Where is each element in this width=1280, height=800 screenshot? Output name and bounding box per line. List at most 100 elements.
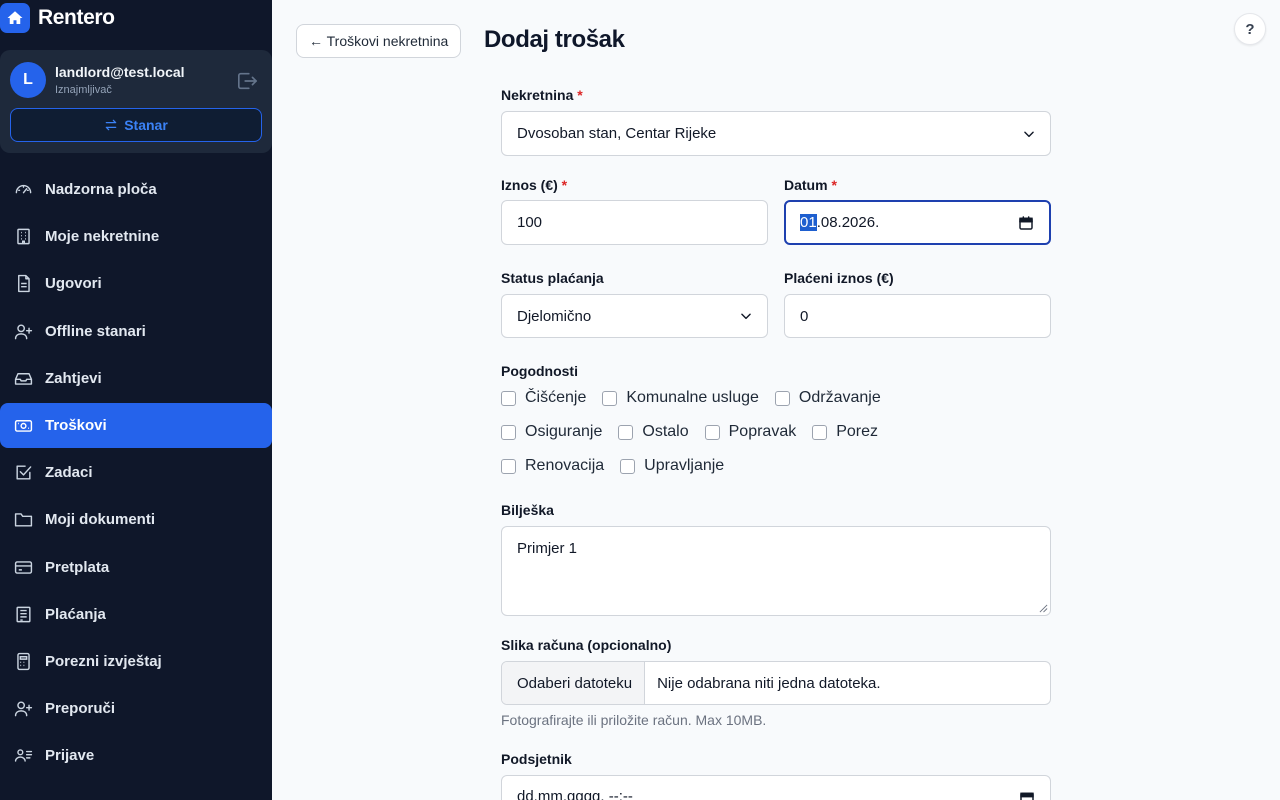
paid-amount-label: Plaćeni iznos (€) <box>784 270 894 286</box>
sidebar-item-label: Zadaci <box>45 464 93 482</box>
main-content: ← Troškovi nekretnina Dodaj trošak ? Nek… <box>272 0 1280 800</box>
date-input-day-selected[interactable]: 01 <box>800 214 817 231</box>
category-checkbox-utilities[interactable]: Komunalne usluge <box>602 389 759 407</box>
sidebar-item-tax-report[interactable]: Porezni izvještaj <box>0 639 272 684</box>
sidebar-nav: Nadzorna ploča Moje nekretnine Ugovori O… <box>0 167 272 780</box>
sidebar-item-applications[interactable]: Prijave <box>0 733 272 778</box>
category-checkbox-maintenance[interactable]: Održavanje <box>774 389 881 407</box>
sidebar-item-properties[interactable]: Moje nekretnine <box>0 214 272 259</box>
amount-input-value: 100 <box>517 214 543 231</box>
receipt-file-input[interactable]: Odaberi datoteku Nije odabrana niti jedn… <box>501 661 1051 705</box>
property-label: Nekretnina * <box>501 87 583 103</box>
sidebar-item-label: Zahtjevi <box>45 369 102 387</box>
user-plus-icon <box>14 699 33 718</box>
chevron-down-icon <box>741 313 751 320</box>
checkbox[interactable] <box>618 424 634 440</box>
choose-file-button[interactable]: Odaberi datoteku <box>502 662 646 704</box>
sidebar-item-label: Nadzorna ploča <box>45 181 157 198</box>
checkbox-icon <box>14 463 33 482</box>
sidebar-item-documents[interactable]: Moji dokumenti <box>0 497 272 542</box>
category-checkbox-management[interactable]: Upravljanje <box>620 457 724 475</box>
sidebar-item-label: Porezni izvještaj <box>45 652 162 670</box>
checkbox[interactable] <box>774 390 790 406</box>
required-mark: * <box>561 177 568 193</box>
sidebar-item-offline-tenants[interactable]: Offline stanari <box>0 309 272 354</box>
page-title: Dodaj trošak <box>484 26 625 53</box>
note-value: Primjer 1 <box>517 540 578 557</box>
note-textarea[interactable]: Primjer 1 <box>501 526 1051 616</box>
sidebar-item-label: Moje nekretnine <box>45 228 160 246</box>
paid-amount-value: 0 <box>800 307 809 325</box>
checkbox[interactable] <box>704 424 720 440</box>
user-plus-icon <box>14 322 33 341</box>
sidebar-item-payments[interactable]: Plaćanja <box>0 592 272 637</box>
category-checkbox-repair[interactable]: Popravak <box>704 423 796 441</box>
calendar-icon[interactable] <box>1019 790 1035 800</box>
reminder-placeholder: dd.mm.gggg. --:-- <box>517 788 633 800</box>
swap-icon <box>105 119 117 131</box>
date-input-value: .08.2026. <box>816 214 880 231</box>
payment-status-label: Status plaćanja <box>501 270 604 286</box>
reminder-input[interactable]: dd.mm.gggg. --:-- <box>501 775 1051 800</box>
sidebar-item-requests[interactable]: Zahtjevi <box>0 356 272 401</box>
avatar: L <box>10 62 46 98</box>
calendar-icon[interactable] <box>1018 215 1034 231</box>
help-button[interactable]: ? <box>1234 13 1266 45</box>
money-icon <box>14 416 33 435</box>
checkbox[interactable] <box>501 424 516 440</box>
user-card: L landlord@test.local Iznajmljivač Stana… <box>0 50 272 153</box>
brand[interactable]: Rentero <box>0 0 115 36</box>
folder-icon <box>14 510 33 529</box>
reminder-label: Podsjetnik <box>501 751 572 767</box>
file-status: Nije odabrana niti jedna datoteka. <box>657 674 881 692</box>
sidebar-item-referrals[interactable]: Preporuči <box>0 686 272 731</box>
checkbox[interactable] <box>501 458 516 474</box>
paid-amount-input[interactable]: 0 <box>784 294 1051 338</box>
checkbox[interactable] <box>620 458 636 474</box>
building-icon <box>14 227 33 246</box>
sidebar-item-tasks[interactable]: Zadaci <box>0 450 272 495</box>
back-button[interactable]: ← Troškovi nekretnina <box>296 24 462 58</box>
sidebar-item-label: Pretplata <box>45 558 110 576</box>
checkbox[interactable] <box>812 424 828 440</box>
switch-role-button[interactable]: Stanar <box>10 108 262 142</box>
category-checkbox-cleaning[interactable]: Čišćenje <box>501 389 586 407</box>
sidebar: Rentero L landlord@test.local Iznajmljiv… <box>0 0 272 800</box>
category-checkbox-tax[interactable]: Porez <box>812 423 878 441</box>
categories-label: Pogodnosti <box>501 363 578 379</box>
sidebar-item-label: Preporuči <box>45 700 116 718</box>
category-checkbox-insurance[interactable]: Osiguranje <box>501 423 602 441</box>
sidebar-item-label: Prijave <box>45 747 95 765</box>
sidebar-item-label: Troškovi <box>45 416 107 434</box>
checkbox[interactable] <box>602 390 618 406</box>
user-email: landlord@test.local <box>55 64 185 80</box>
gauge-icon <box>14 180 33 199</box>
sidebar-item-dashboard[interactable]: Nadzorna ploča <box>0 167 272 212</box>
sidebar-item-subscription[interactable]: Pretplata <box>0 545 272 590</box>
checkbox[interactable] <box>501 390 516 406</box>
property-select[interactable]: Dvosoban stan, Centar Rijeke <box>501 111 1051 156</box>
logout-icon[interactable] <box>236 71 258 91</box>
amount-input[interactable]: 100 <box>501 200 768 245</box>
payment-status-select[interactable]: Djelomično <box>501 294 768 338</box>
app-name: Rentero <box>38 6 115 29</box>
amount-label: Iznos (€) * <box>501 177 568 193</box>
sidebar-item-label: Offline stanari <box>45 322 146 340</box>
sidebar-item-expenses[interactable]: Troškovi <box>0 402 272 448</box>
resize-handle-icon[interactable] <box>1039 604 1048 613</box>
receipt-hint: Fotografirajte ili priložite račun. Max … <box>501 712 767 728</box>
sidebar-item-contracts[interactable]: Ugovori <box>0 261 272 306</box>
id-card-icon <box>14 746 33 765</box>
sidebar-item-label: Plaćanja <box>45 605 106 623</box>
category-checkbox-other[interactable]: Ostalo <box>618 423 689 441</box>
home-icon <box>0 3 30 33</box>
user-role: Iznajmljivač <box>55 84 112 96</box>
document-icon <box>14 274 33 293</box>
date-input[interactable]: 01.08.2026. <box>784 200 1051 245</box>
credit-card-icon <box>14 558 33 577</box>
category-checkbox-renovation[interactable]: Renovacija <box>501 457 604 475</box>
inbox-icon <box>14 369 33 388</box>
required-mark: * <box>577 87 583 103</box>
category-row: Čišćenje Komunalne usluge Održavanje <box>501 389 897 407</box>
note-label: Bilješka <box>501 502 554 518</box>
